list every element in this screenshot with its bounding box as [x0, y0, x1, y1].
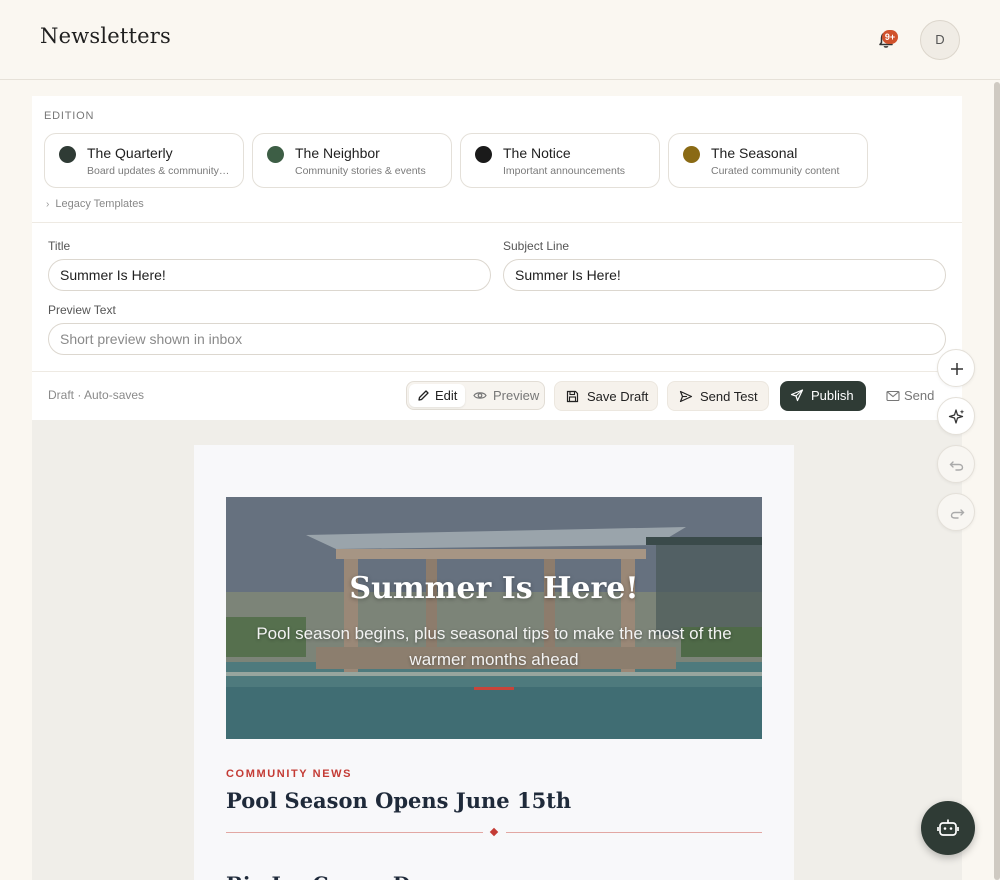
- save-draft-button[interactable]: Save Draft: [554, 381, 658, 411]
- ornament-line-left: [226, 832, 483, 833]
- edition-color-dot: [475, 146, 492, 163]
- ornament-line-right: [506, 832, 762, 833]
- edit-preview-toggle: Edit Preview: [406, 381, 545, 410]
- edition-color-dot: [683, 146, 700, 163]
- plus-icon: [951, 363, 963, 375]
- assistant-bot-button[interactable]: [921, 801, 975, 855]
- add-block-button[interactable]: [937, 349, 975, 387]
- subject-line-label: Subject Line: [503, 239, 570, 253]
- edition-card-notice[interactable]: The Notice Important announcements: [460, 133, 660, 188]
- edition-description: Important announcements: [503, 165, 625, 177]
- title-input[interactable]: Summer Is Here!: [48, 259, 491, 291]
- edition-color-dot: [267, 146, 284, 163]
- page-title: Newsletters: [40, 24, 172, 48]
- edition-card-neighbor[interactable]: The Neighbor Community stories & events: [252, 133, 452, 188]
- hero-title: Summer Is Here!: [349, 571, 639, 606]
- article-title[interactable]: Pool Season Opens June 15th: [226, 788, 571, 813]
- send-test-label: Send Test: [700, 389, 758, 404]
- hero-accent-rule: [474, 687, 514, 690]
- edition-description: Curated community content: [711, 165, 840, 177]
- redo-icon: [950, 509, 965, 519]
- hero-image[interactable]: Summer Is Here! Pool season begins, plus…: [226, 497, 762, 739]
- edition-name: The Neighbor: [295, 145, 380, 161]
- preview-label: Preview: [493, 388, 540, 403]
- scrollbar-thumb[interactable]: [994, 82, 1000, 880]
- send-label: Send: [904, 388, 935, 403]
- edition-label: EDITION: [44, 110, 95, 122]
- mail-icon: [886, 390, 900, 402]
- save-draft-label: Save Draft: [587, 389, 649, 404]
- edition-name: The Seasonal: [711, 145, 798, 161]
- edition-description: Community stories & events: [295, 165, 426, 177]
- legacy-templates-label: Legacy Templates: [55, 198, 144, 210]
- avatar[interactable]: D: [920, 20, 960, 60]
- pencil-icon: [418, 390, 429, 401]
- edition-description: Board updates & community news: [87, 165, 232, 177]
- save-icon: [566, 390, 579, 403]
- title-label: Title: [48, 239, 71, 253]
- draft-status: Draft · Auto-saves: [48, 388, 145, 402]
- preview-toggle-button[interactable]: Preview: [467, 384, 543, 407]
- edition-name: The Notice: [503, 145, 571, 161]
- editor-panel: EDITION The Quarterly Board updates & co…: [32, 96, 962, 420]
- preview-text-input[interactable]: Short preview shown in inbox: [48, 323, 946, 355]
- next-article-heading[interactable]: Big Ice Cream Day: [226, 872, 435, 880]
- send-test-button[interactable]: Send Test: [667, 381, 769, 411]
- redo-button[interactable]: [937, 493, 975, 531]
- paper-plane-icon: [790, 389, 804, 402]
- preview-text-label: Preview Text: [48, 303, 116, 317]
- subject-line-input[interactable]: Summer Is Here!: [503, 259, 946, 291]
- send-icon: [679, 390, 693, 403]
- edit-toggle-button[interactable]: Edit: [409, 384, 465, 407]
- send-button[interactable]: Send: [884, 381, 944, 411]
- publish-label: Publish: [811, 388, 854, 403]
- edition-card-quarterly[interactable]: The Quarterly Board updates & community …: [44, 133, 244, 188]
- ai-assist-button[interactable]: [937, 397, 975, 435]
- pool-scene-illustration: [226, 497, 762, 739]
- top-header: Newsletters 9+ D: [0, 0, 1000, 80]
- undo-button[interactable]: [937, 445, 975, 483]
- edition-color-dot: [59, 146, 76, 163]
- legacy-templates-toggle[interactable]: › Legacy Templates: [46, 198, 144, 210]
- publish-button[interactable]: Publish: [780, 381, 866, 411]
- divider: [32, 371, 962, 372]
- undo-icon: [949, 461, 964, 471]
- robot-icon: [937, 819, 959, 836]
- eye-icon: [473, 392, 487, 399]
- edit-label: Edit: [435, 388, 458, 403]
- sparkle-icon: [948, 409, 965, 424]
- notification-badge: 9+: [882, 30, 898, 44]
- divider: [32, 222, 962, 223]
- hero-subtitle: Pool season begins, plus seasonal tips t…: [256, 624, 732, 669]
- chevron-right-icon: ›: [46, 199, 50, 210]
- edition-card-seasonal[interactable]: The Seasonal Curated community content: [668, 133, 868, 188]
- article-kicker: COMMUNITY NEWS: [226, 768, 353, 780]
- edition-name: The Quarterly: [87, 145, 173, 161]
